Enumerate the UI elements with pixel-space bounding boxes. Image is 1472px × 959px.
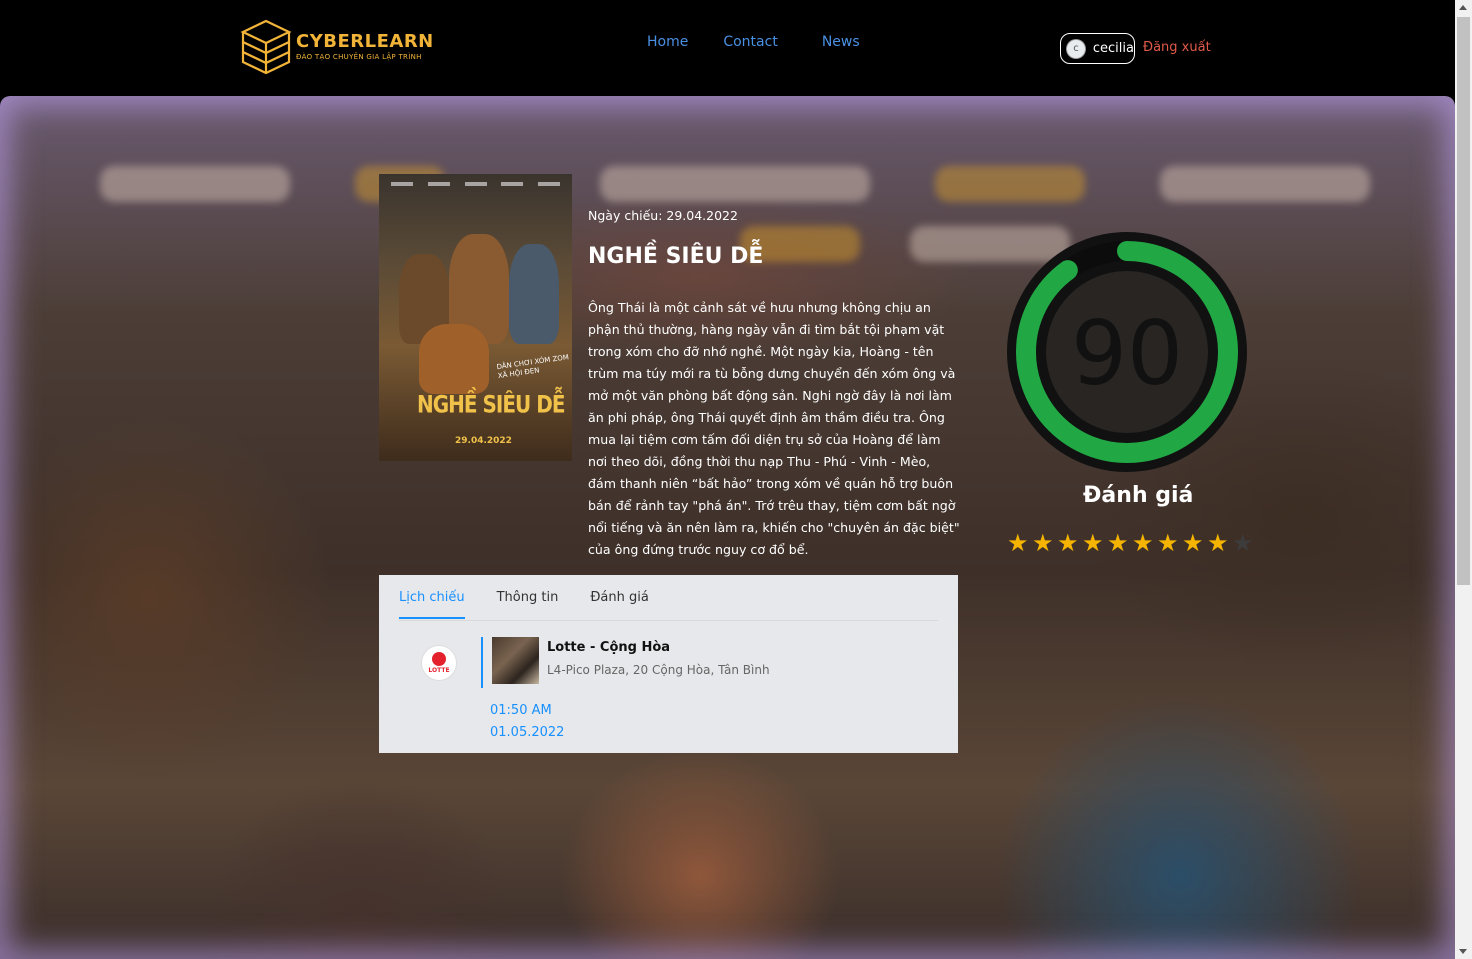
movie-poster: DÂN CHƠI XÓM ZOM XÃ HỘI ĐEN NGHỀ SIÊU DỄ… xyxy=(379,174,572,461)
active-cinema-indicator xyxy=(481,637,483,688)
star-filled-icon: ★ xyxy=(1107,529,1129,557)
user-profile-button[interactable]: c cecilia xyxy=(1060,33,1135,64)
nav-contact[interactable]: Contact xyxy=(723,34,777,50)
logout-link[interactable]: Đăng xuất xyxy=(1143,40,1211,55)
release-date: Ngày chiếu: 29.04.2022 xyxy=(588,208,738,223)
background-blur xyxy=(100,166,290,202)
username: cecilia xyxy=(1092,41,1134,56)
background-blur xyxy=(600,166,870,202)
cinema-logo-text: LOTTE xyxy=(428,667,450,674)
cinema-logo-lotte[interactable]: LOTTE xyxy=(421,645,457,681)
movie-description: Ông Thái là một cảnh sát về hưu nhưng kh… xyxy=(588,300,960,557)
theater-name: Lotte - Cộng Hòa xyxy=(547,640,671,655)
poster-tagline: DÂN CHƠI XÓM ZOM XÃ HỘI ĐEN xyxy=(496,353,570,381)
lotte-logo-icon xyxy=(432,652,446,666)
scroll-down-arrow-icon[interactable] xyxy=(1459,949,1467,954)
page-scrollbar[interactable] xyxy=(1455,0,1472,959)
tab-divider xyxy=(399,620,938,621)
nav-home[interactable]: Home xyxy=(647,34,688,50)
star-empty-icon: ★ xyxy=(1232,529,1254,557)
background-blur xyxy=(1160,166,1370,202)
star-filled-icon: ★ xyxy=(1082,529,1104,557)
scrollbar-thumb[interactable] xyxy=(1457,17,1470,585)
tab-bar: Lịch chiếu Thông tin Đánh giá xyxy=(399,590,681,619)
theater-address: L4-Pico Plaza, 20 Cộng Hòa, Tân Bình xyxy=(547,663,770,677)
nav-news[interactable]: News xyxy=(822,34,860,50)
showtime-date[interactable]: 01.05.2022 xyxy=(490,722,564,744)
top-navbar: CYBERLEARN ĐÀO TẠO CHUYÊN GIA LẬP TRÌNH … xyxy=(0,0,1455,96)
rating-ring: 90 xyxy=(1007,232,1247,472)
rating-stars: ★ ★ ★ ★ ★ ★ ★ ★ ★ ★ xyxy=(1007,528,1257,558)
main-nav: Home Contact News xyxy=(647,34,860,50)
poster-credits xyxy=(391,182,560,186)
poster-figure xyxy=(509,244,559,344)
star-filled-icon: ★ xyxy=(1207,529,1229,557)
star-filled-icon: ★ xyxy=(1007,529,1029,557)
rating-label: Đánh giá xyxy=(1083,483,1194,508)
poster-figure xyxy=(419,324,489,394)
rating-score: 90 xyxy=(1071,302,1183,405)
brand-tagline: ĐÀO TẠO CHUYÊN GIA LẬP TRÌNH xyxy=(296,53,422,61)
rating-progress-circle: 90 xyxy=(1007,232,1247,472)
background-blur xyxy=(935,166,1085,202)
showtime-link[interactable]: 01:50 AM 01.05.2022 xyxy=(490,700,564,744)
star-filled-icon: ★ xyxy=(1132,529,1154,557)
poster-date: 29.04.2022 xyxy=(455,436,512,446)
brand-logo[interactable]: CYBERLEARN ĐÀO TẠO CHUYÊN GIA LẬP TRÌNH xyxy=(240,18,434,76)
tab-info[interactable]: Thông tin xyxy=(497,590,559,619)
scroll-up-arrow-icon[interactable] xyxy=(1459,5,1467,10)
theater-thumbnail xyxy=(492,637,539,684)
star-filled-icon: ★ xyxy=(1182,529,1204,557)
movie-title: NGHỀ SIÊU DỄ xyxy=(588,244,764,269)
showtime-time[interactable]: 01:50 AM xyxy=(490,700,564,722)
star-filled-icon: ★ xyxy=(1057,529,1079,557)
star-filled-icon: ★ xyxy=(1032,529,1054,557)
poster-title: NGHỀ SIÊU DỄ xyxy=(417,389,565,419)
star-filled-icon: ★ xyxy=(1157,529,1179,557)
avatar: c xyxy=(1066,38,1086,59)
logo-box-icon xyxy=(240,18,292,76)
movie-tabs-panel: Lịch chiếu Thông tin Đánh giá LOTTE Lott… xyxy=(379,575,958,753)
tab-showtimes[interactable]: Lịch chiếu xyxy=(399,590,465,619)
tab-reviews[interactable]: Đánh giá xyxy=(590,590,648,619)
brand-name: CYBERLEARN xyxy=(296,31,434,52)
